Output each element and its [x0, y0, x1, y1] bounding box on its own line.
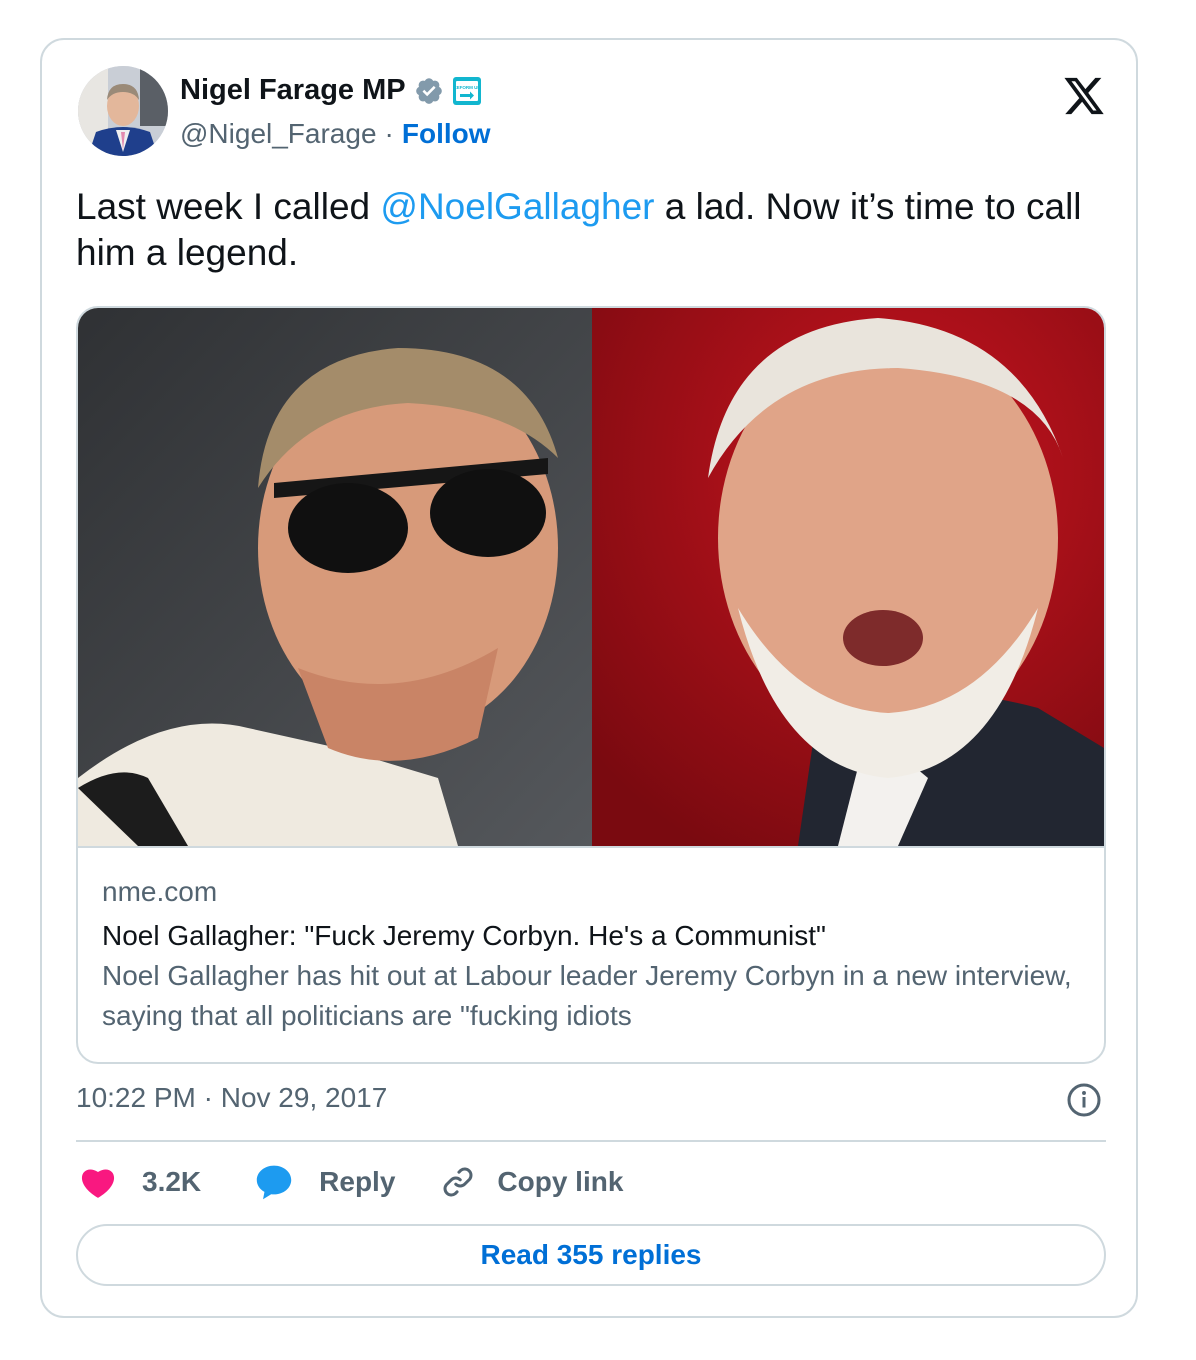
party-badge-icon: REFORM UK: [452, 76, 481, 105]
reply-bubble-icon: [256, 1165, 292, 1200]
link-preview-card[interactable]: nme.com Noel Gallagher: "Fuck Jeremy Cor…: [76, 306, 1106, 1064]
read-replies-button[interactable]: Read 355 replies: [76, 1224, 1106, 1286]
reply-label: Reply: [319, 1166, 396, 1197]
handle-separator: ·: [384, 118, 394, 149]
author-name-row: Nigel Farage MP REFORM UK: [180, 74, 482, 107]
avatar-photo: [78, 66, 168, 156]
read-replies-label: Read 355 replies: [480, 1239, 702, 1270]
author-handle-row: @Nigel_Farage · Follow: [180, 118, 491, 150]
tweet-timestamp[interactable]: 10:22 PM · Nov 29, 2017: [76, 1082, 387, 1114]
copy-link-button[interactable]: Copy link: [439, 1163, 623, 1201]
info-icon[interactable]: [1066, 1082, 1102, 1118]
link-preview-meta: nme.com Noel Gallagher: "Fuck Jeremy Cor…: [102, 872, 1082, 1036]
like-count: 3.2K: [142, 1166, 202, 1197]
author-handle[interactable]: @Nigel_Farage: [180, 118, 377, 150]
tweet-actions: 3.2K Reply Copy link: [80, 1160, 623, 1204]
author-display-name[interactable]: Nigel Farage MP: [180, 74, 406, 107]
link-description: Noel Gallagher has hit out at Labour lea…: [102, 960, 1072, 1031]
tweet-text: Last week I called @NoelGallagher a lad.…: [76, 184, 1096, 276]
verified-icon: [415, 77, 442, 104]
party-badge-text: REFORM UK: [453, 85, 481, 90]
embedded-tweet-card: Nigel Farage MP REFORM UK @Nigel_Farage …: [40, 38, 1138, 1318]
link-preview-image: [78, 308, 1104, 848]
heart-icon: [81, 1169, 115, 1198]
tweet-text-part: Last week I called: [76, 186, 381, 227]
avatar[interactable]: [78, 66, 168, 156]
link-icon: [443, 1167, 473, 1197]
x-logo-icon[interactable]: [1062, 76, 1106, 116]
mention-link[interactable]: @NoelGallagher: [380, 186, 654, 227]
link-domain: nme.com: [102, 876, 218, 907]
like-button[interactable]: 3.2K: [80, 1165, 201, 1199]
follow-button[interactable]: Follow: [402, 118, 491, 150]
copy-link-label: Copy link: [497, 1166, 624, 1197]
reply-button[interactable]: Reply: [255, 1164, 395, 1200]
divider: [76, 1140, 1106, 1142]
link-title: Noel Gallagher: "Fuck Jeremy Corbyn. He'…: [102, 920, 826, 951]
